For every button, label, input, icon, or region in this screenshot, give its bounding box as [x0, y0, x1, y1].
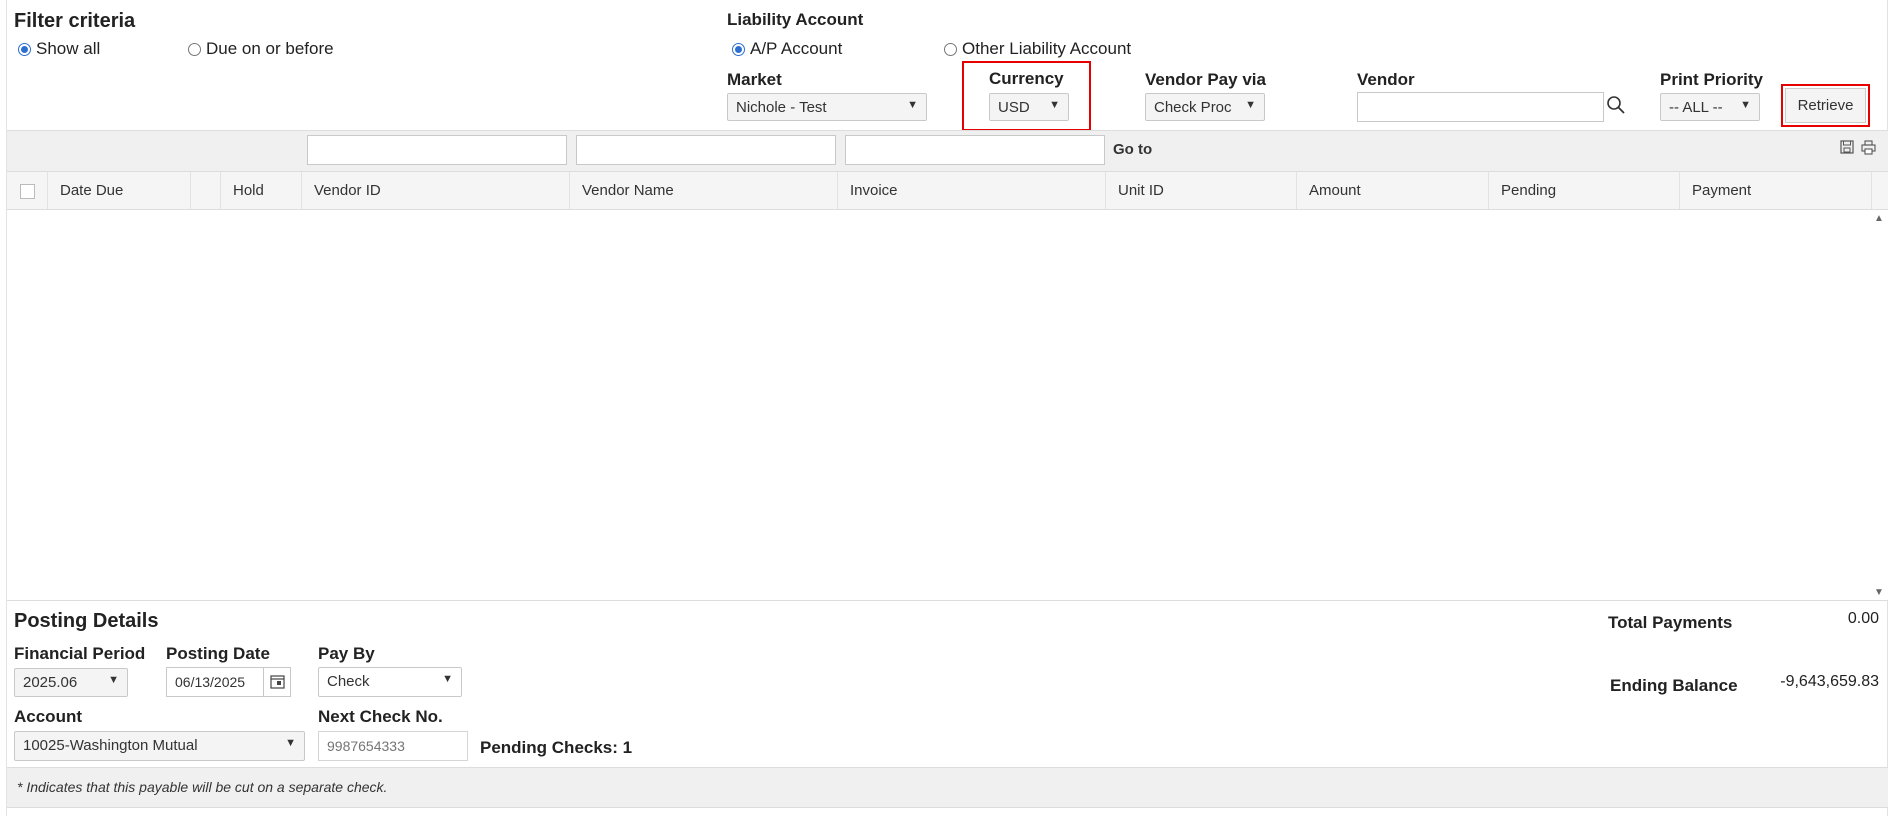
liability-title: Liability Account	[727, 10, 864, 29]
dropdown-arrow-icon: ▼	[442, 673, 453, 685]
grid-scrollbar[interactable]: ▲ ▼	[1871, 211, 1888, 600]
dropdown-arrow-icon: ▼	[907, 99, 918, 111]
save-icon[interactable]	[1840, 140, 1854, 159]
currency-select[interactable]: USD ▼	[989, 93, 1069, 121]
grid-body	[7, 210, 1888, 601]
financial-period-value: 2025.06	[23, 674, 78, 691]
other-liability-radio[interactable]: Other Liability Account	[944, 39, 1131, 59]
retrieve-button[interactable]: Retrieve	[1785, 88, 1866, 123]
account-label: Account	[14, 707, 82, 726]
due-on-or-before-radio[interactable]: Due on or before	[188, 39, 334, 59]
print-icon[interactable]	[1861, 140, 1876, 160]
financial-period-select[interactable]: 2025.06 ▼	[14, 668, 128, 697]
vendor-pay-via-select[interactable]: Check Proc ▼	[1145, 93, 1265, 121]
scroll-up-icon[interactable]: ▲	[1874, 213, 1884, 224]
select-all-cell	[7, 172, 48, 209]
print-priority-value: -- ALL --	[1669, 99, 1723, 116]
col-flag[interactable]	[191, 172, 221, 209]
vendor-input[interactable]	[1357, 92, 1604, 122]
col-vendor-id[interactable]: Vendor ID	[302, 172, 570, 209]
pending-checks: Pending Checks: 1	[480, 738, 633, 757]
currency-value: USD	[998, 99, 1030, 116]
footnote-text: * Indicates that this payable will be cu…	[17, 779, 388, 795]
due-on-or-before-label: Due on or before	[206, 39, 334, 58]
posting-title: Posting Details	[14, 610, 159, 632]
vendor-pay-via-value: Check Proc	[1154, 99, 1232, 116]
col-amount[interactable]: Amount	[1297, 172, 1489, 209]
dropdown-arrow-icon: ▼	[108, 674, 119, 686]
dropdown-arrow-icon: ▼	[1049, 99, 1060, 111]
next-check-label: Next Check No.	[318, 707, 443, 726]
ap-account-label: A/P Account	[750, 39, 843, 58]
total-payments-value: 0.00	[1847, 610, 1879, 627]
radio-selected-icon	[732, 42, 745, 56]
next-check-input[interactable]	[318, 731, 468, 761]
account-value: 10025-Washington Mutual	[23, 737, 198, 754]
market-value: Nichole - Test	[736, 99, 827, 116]
vendor-pay-via-label: Vendor Pay via	[1145, 70, 1266, 89]
grid-filter-input-2[interactable]	[576, 135, 836, 165]
col-hold[interactable]: Hold	[221, 172, 302, 209]
select-all-checkbox[interactable]	[20, 183, 35, 199]
market-select[interactable]: Nichole - Test ▼	[727, 93, 927, 121]
financial-period-label: Financial Period	[14, 644, 146, 663]
goto-label: Go to	[1113, 141, 1153, 158]
scroll-down-icon[interactable]: ▼	[1874, 587, 1884, 598]
other-liability-label: Other Liability Account	[962, 39, 1132, 58]
ending-balance-label: Ending Balance	[1610, 676, 1738, 695]
pay-by-select[interactable]: Check ▼	[318, 667, 462, 697]
grid-filter-input-1[interactable]	[307, 135, 567, 165]
currency-label: Currency	[989, 69, 1064, 88]
ending-balance-value: -9,643,659.83	[1780, 673, 1879, 690]
filter-title: Filter criteria	[14, 10, 136, 32]
posting-date-label: Posting Date	[166, 644, 270, 663]
pay-by-label: Pay By	[318, 644, 375, 663]
show-all-label: Show all	[36, 39, 101, 58]
dropdown-arrow-icon: ▼	[1740, 99, 1751, 111]
dropdown-arrow-icon: ▼	[1245, 99, 1256, 111]
col-invoice[interactable]: Invoice	[838, 172, 1106, 209]
radio-icon	[944, 42, 957, 56]
dropdown-arrow-icon: ▼	[285, 737, 296, 749]
posting-date-value: 06/13/2025	[175, 674, 246, 690]
search-icon[interactable]	[1606, 95, 1626, 120]
radio-icon	[188, 42, 201, 56]
col-unit-id[interactable]: Unit ID	[1106, 172, 1297, 209]
vendor-label: Vendor	[1357, 70, 1415, 89]
market-label: Market	[727, 70, 782, 89]
show-all-radio[interactable]: Show all	[18, 39, 100, 59]
grid-filter-input-3[interactable]	[845, 135, 1105, 165]
ap-account-radio[interactable]: A/P Account	[732, 39, 842, 59]
posting-date-input[interactable]: 06/13/2025	[166, 667, 291, 697]
col-payment[interactable]: Payment	[1680, 172, 1872, 209]
col-pending[interactable]: Pending	[1489, 172, 1680, 209]
col-date-due[interactable]: Date Due	[48, 172, 191, 209]
col-vendor-name[interactable]: Vendor Name	[570, 172, 838, 209]
calendar-icon[interactable]	[263, 668, 290, 696]
total-payments-label: Total Payments	[1608, 613, 1733, 632]
footnote-bar: * Indicates that this payable will be cu…	[7, 767, 1888, 808]
pay-by-value: Check	[327, 673, 370, 690]
print-priority-select[interactable]: -- ALL -- ▼	[1660, 93, 1760, 121]
radio-selected-icon	[18, 42, 31, 56]
grid-header: Date Due Hold Vendor ID Vendor Name Invo…	[7, 171, 1888, 210]
account-select[interactable]: 10025-Washington Mutual ▼	[14, 731, 305, 761]
print-priority-label: Print Priority	[1660, 70, 1763, 89]
